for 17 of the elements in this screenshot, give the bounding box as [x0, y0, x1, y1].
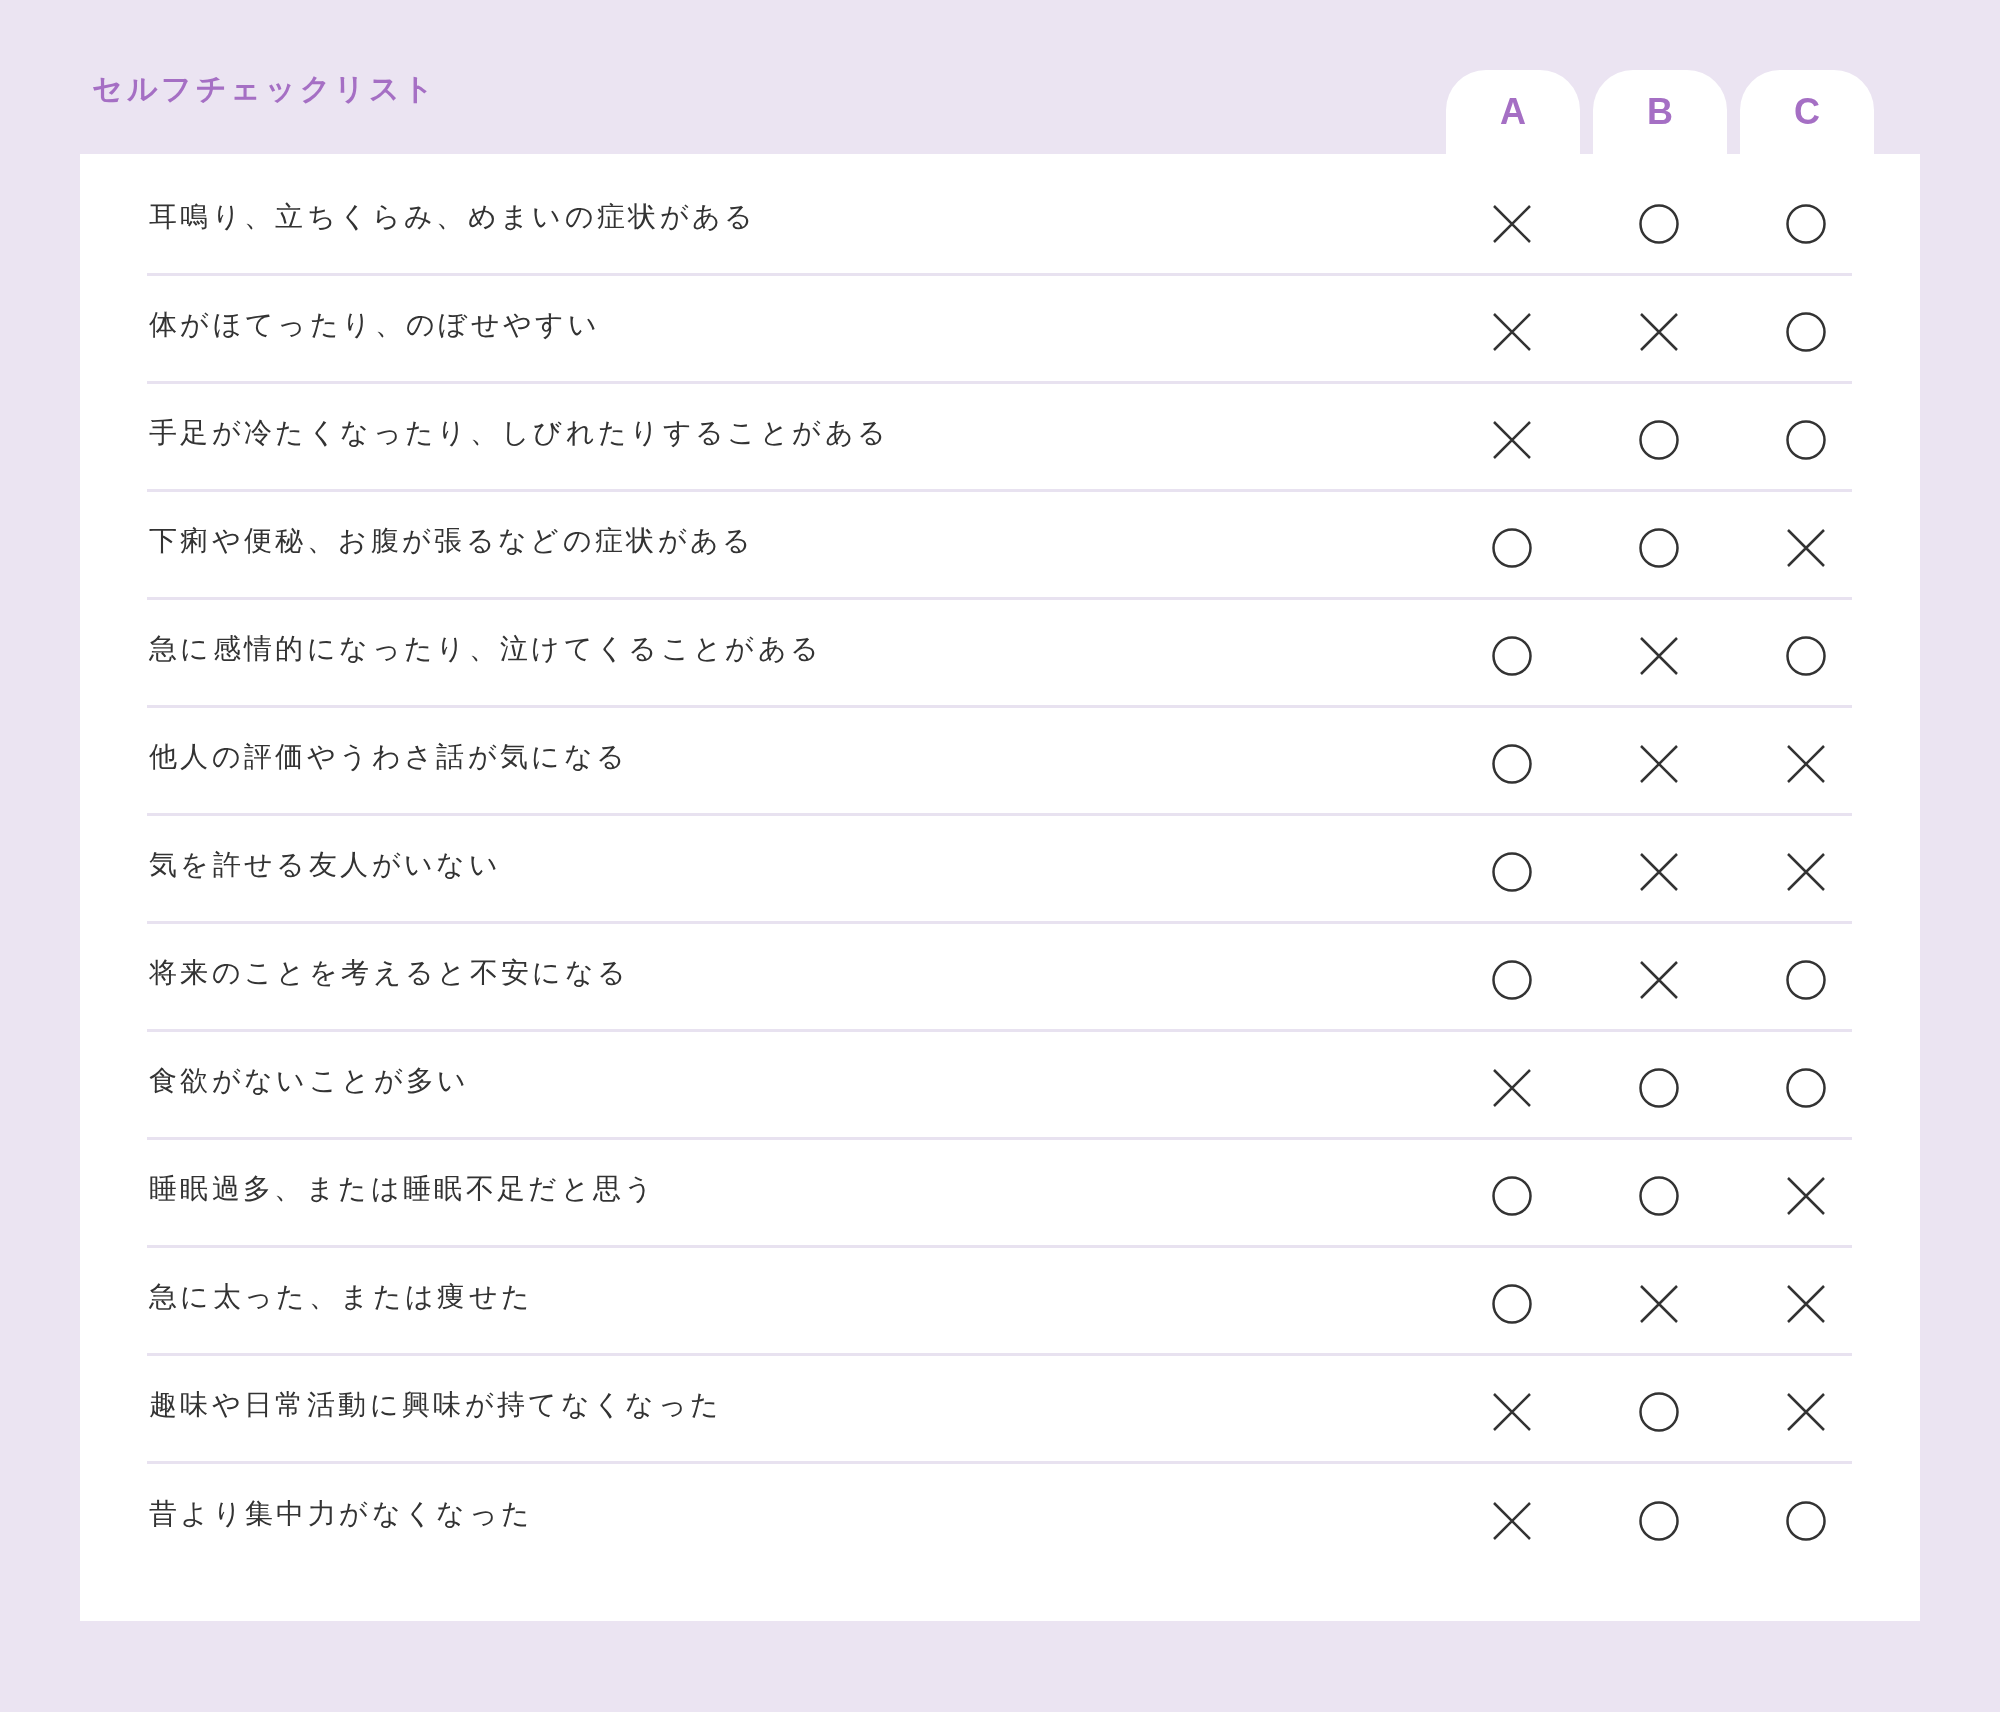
question-text: 将来のことを考えると不安になる — [149, 954, 631, 991]
question-text: 他人の評価やうわさ話が気になる — [149, 738, 630, 775]
column-header: A — [1446, 70, 1580, 154]
checklist-title: セルフチェックリスト — [92, 70, 438, 108]
question-text: 昔より集中力がなくなった — [149, 1496, 535, 1532]
question-text: 手足が冷たくなったり、しびれたりすることがある — [149, 414, 891, 451]
question-text: 耳鳴り、立ちくらみ、めまいの症状がある — [149, 198, 758, 235]
question-text: 気を許せる友人がいない — [149, 846, 502, 883]
question-text: 下痢や便秘、お腹が張るなどの症状がある — [149, 522, 756, 559]
column-header: C — [1740, 70, 1874, 154]
column-header: B — [1593, 70, 1727, 154]
question-text: 睡眠過多、または睡眠不足だと思う — [149, 1170, 658, 1207]
question-text: 急に太った、または痩せた — [149, 1278, 535, 1315]
question-text: 体がほてったり、のぼせやすい — [149, 306, 602, 343]
question-text: 急に感情的になったり、泣けてくることがある — [149, 630, 824, 667]
question-text: 趣味や日常活動に興味が持てなくなった — [149, 1386, 724, 1423]
question-text: 食欲がないことが多い — [149, 1062, 471, 1099]
